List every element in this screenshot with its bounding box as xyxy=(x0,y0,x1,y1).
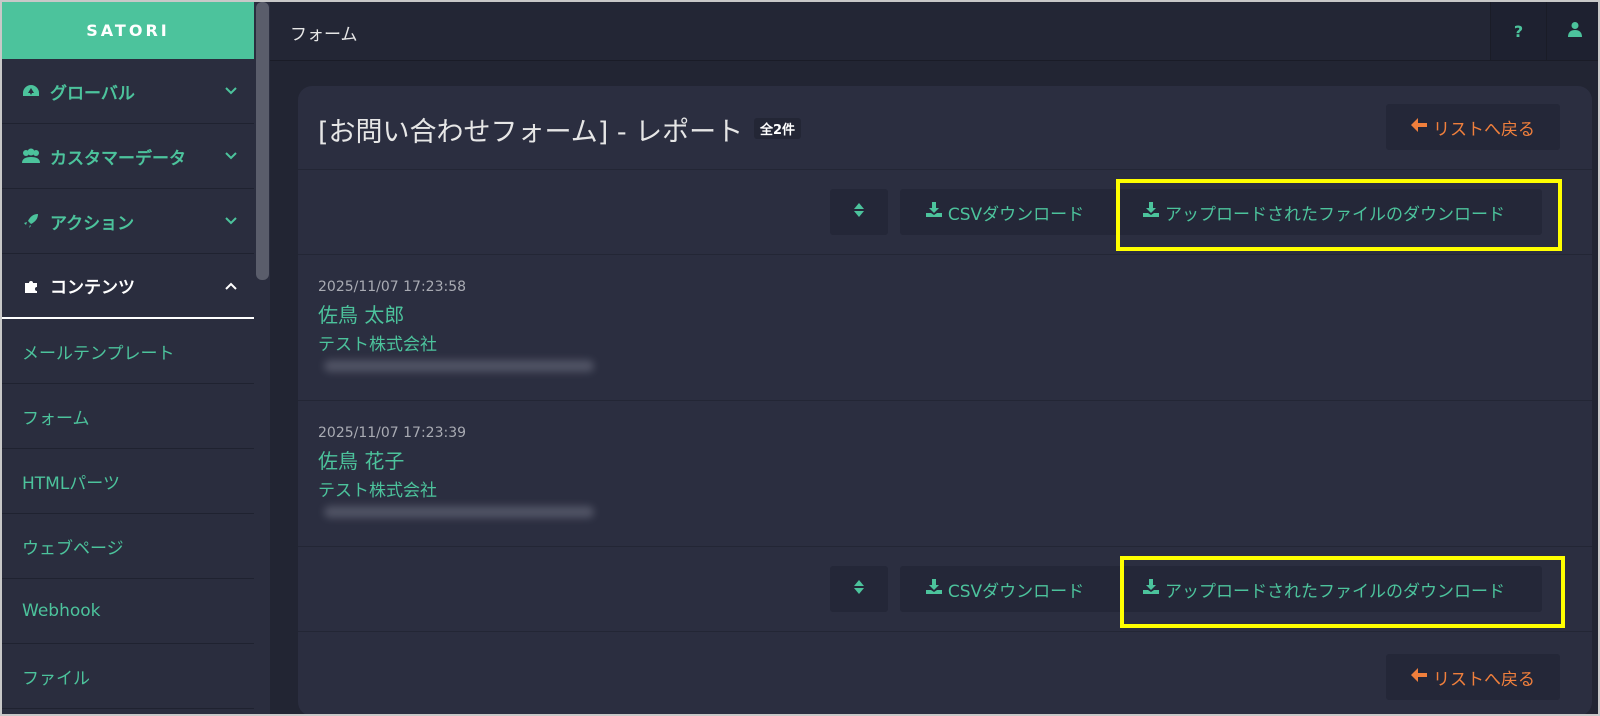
sidebar-item-mail-template[interactable]: メールテンプレート xyxy=(2,319,254,384)
csv-download-button[interactable]: CSVダウンロード xyxy=(900,566,1110,612)
csv-download-label: CSVダウンロード xyxy=(947,204,1085,225)
entry-timestamp: 2025/11/07 17:23:58 xyxy=(318,279,467,295)
sidebar-group-label: カスタマーデータ xyxy=(50,148,186,169)
dashboard-icon xyxy=(20,82,42,100)
chevron-down-icon xyxy=(224,84,238,98)
user-menu-button[interactable] xyxy=(1546,2,1598,60)
entry-email-redacted xyxy=(324,360,594,372)
rocket-icon xyxy=(20,212,42,230)
sidebar-group-label: グローバル xyxy=(50,83,135,104)
entry-name[interactable]: 佐鳥 花子 xyxy=(318,445,404,474)
sidebar: SATORI グローバル カスタマーデータ アクション コンテンツ メールテンプ… xyxy=(2,2,254,714)
sidebar-group-action[interactable]: アクション xyxy=(2,189,254,254)
sidebar-item-webhook[interactable]: Webhook xyxy=(2,579,254,644)
sidebar-item-web-page[interactable]: ウェブページ xyxy=(2,514,254,579)
highlight-box xyxy=(1120,556,1565,628)
users-icon xyxy=(20,147,42,165)
entry-timestamp: 2025/11/07 17:23:39 xyxy=(318,425,467,441)
sort-button[interactable] xyxy=(830,566,888,612)
page-title: フォーム xyxy=(290,25,358,45)
download-icon xyxy=(925,579,942,599)
help-button[interactable]: ? xyxy=(1490,2,1546,60)
highlight-box xyxy=(1116,179,1562,251)
csv-download-label: CSVダウンロード xyxy=(947,581,1085,602)
back-label: リストへ戻る xyxy=(1433,119,1535,140)
app-window: SATORI グローバル カスタマーデータ アクション コンテンツ メールテンプ… xyxy=(0,0,1600,716)
chevron-down-icon xyxy=(224,214,238,228)
user-icon xyxy=(1567,21,1582,41)
sort-icon xyxy=(853,579,865,599)
sidebar-group-customer-data[interactable]: カスタマーデータ xyxy=(2,124,254,189)
sort-icon xyxy=(853,202,865,222)
entry-email-redacted xyxy=(324,506,594,518)
arrow-left-icon xyxy=(1411,667,1427,687)
sidebar-group-contents[interactable]: コンテンツ xyxy=(2,254,254,319)
back-to-list-button[interactable]: リストへ戻る xyxy=(1386,104,1560,150)
arrow-left-icon xyxy=(1411,117,1427,137)
sidebar-item-html-parts[interactable]: HTMLパーツ xyxy=(2,449,254,514)
back-label: リストへ戻る xyxy=(1433,669,1535,690)
chevron-down-icon xyxy=(224,149,238,163)
sidebar-group-label: コンテンツ xyxy=(50,278,135,298)
sort-button[interactable] xyxy=(830,189,888,235)
sidebar-item-form[interactable]: フォーム xyxy=(2,384,254,449)
list-item[interactable]: 2025/11/07 17:23:58 佐鳥 太郎 テスト株式会社 xyxy=(298,255,1592,401)
entry-company: テスト株式会社 xyxy=(318,335,437,355)
download-icon xyxy=(925,202,942,222)
csv-download-button[interactable]: CSVダウンロード xyxy=(900,189,1110,235)
sidebar-scrollbar-thumb[interactable] xyxy=(256,2,269,280)
entry-name[interactable]: 佐鳥 太郎 xyxy=(318,299,404,328)
count-badge: 全2件 xyxy=(754,118,802,139)
logo[interactable]: SATORI xyxy=(2,2,254,59)
chevron-up-icon xyxy=(224,279,238,293)
puzzle-icon xyxy=(20,277,42,295)
sidebar-group-label: アクション xyxy=(50,213,135,234)
report-title: [お問い合わせフォーム] - レポート xyxy=(318,117,744,148)
sidebar-item-file[interactable]: ファイル xyxy=(2,644,254,709)
back-to-list-button[interactable]: リストへ戻る xyxy=(1386,654,1560,700)
list-item[interactable]: 2025/11/07 17:23:39 佐鳥 花子 テスト株式会社 xyxy=(298,401,1592,547)
card-header: [お問い合わせフォーム] - レポート 全2件 リストへ戻る xyxy=(298,86,1592,170)
header: フォーム ? xyxy=(270,2,1598,61)
entry-company: テスト株式会社 xyxy=(318,481,437,501)
sidebar-group-global[interactable]: グローバル xyxy=(2,59,254,124)
